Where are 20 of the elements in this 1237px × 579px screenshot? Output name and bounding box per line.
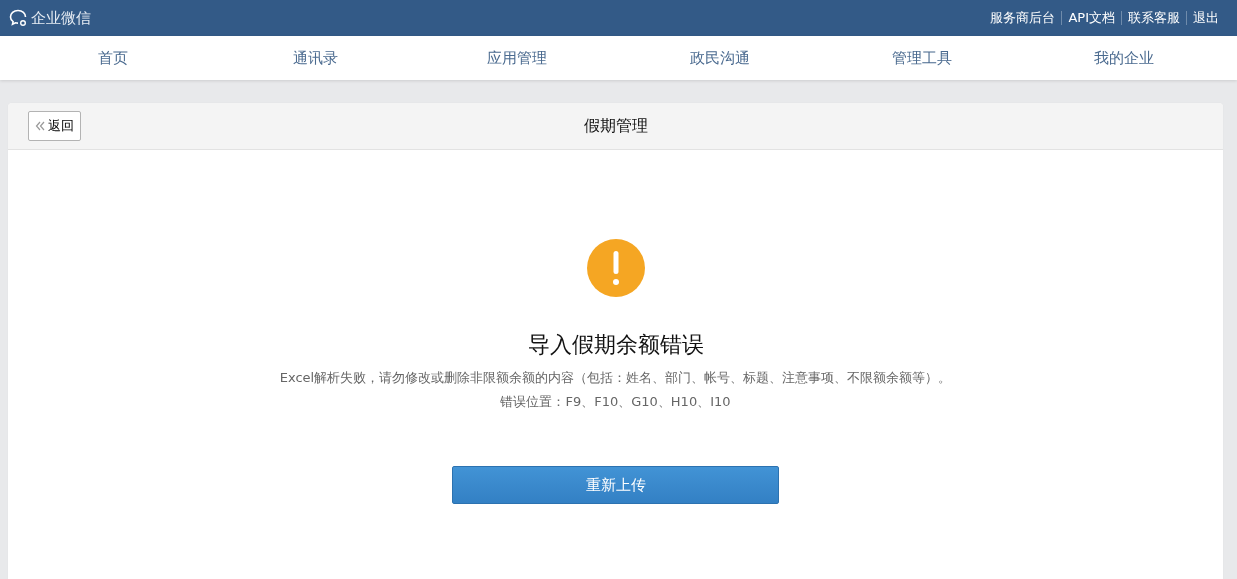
nav-tab[interactable]: 首页: [98, 44, 129, 72]
nav-tab[interactable]: 应用管理: [487, 44, 548, 72]
nav-tab[interactable]: 通讯录: [292, 44, 338, 72]
logo-text: 企业微信: [31, 8, 91, 28]
error-message: Excel解析失败，请勿修改或删除非限额余额的内容（包括：姓名、部门、帐号、标题、注意事项、不限额余额等）。: [279, 369, 952, 387]
exclamation-icon: [586, 239, 645, 297]
back-button[interactable]: 返回: [28, 111, 81, 141]
nav-tab[interactable]: 我的企业: [1093, 44, 1154, 72]
nav-tab[interactable]: 政民沟通: [689, 44, 750, 72]
header-link[interactable]: 联系客服: [1122, 9, 1186, 27]
header-link[interactable]: 服务商后台: [984, 9, 1062, 27]
error-heading: 导入假期余额错误: [527, 331, 704, 359]
double-chevron-icon: [35, 121, 45, 131]
reupload-button[interactable]: 重新上传: [452, 466, 779, 504]
page-title: 假期管理: [583, 115, 648, 137]
header-link[interactable]: 退出: [1187, 9, 1225, 27]
error-location: 错误位置：F9、F10、G10、H10、I10: [500, 393, 731, 411]
header-link[interactable]: API文档: [1062, 9, 1121, 27]
nav-tab[interactable]: 管理工具: [891, 44, 952, 72]
chat-bubble-icon: [8, 8, 28, 28]
